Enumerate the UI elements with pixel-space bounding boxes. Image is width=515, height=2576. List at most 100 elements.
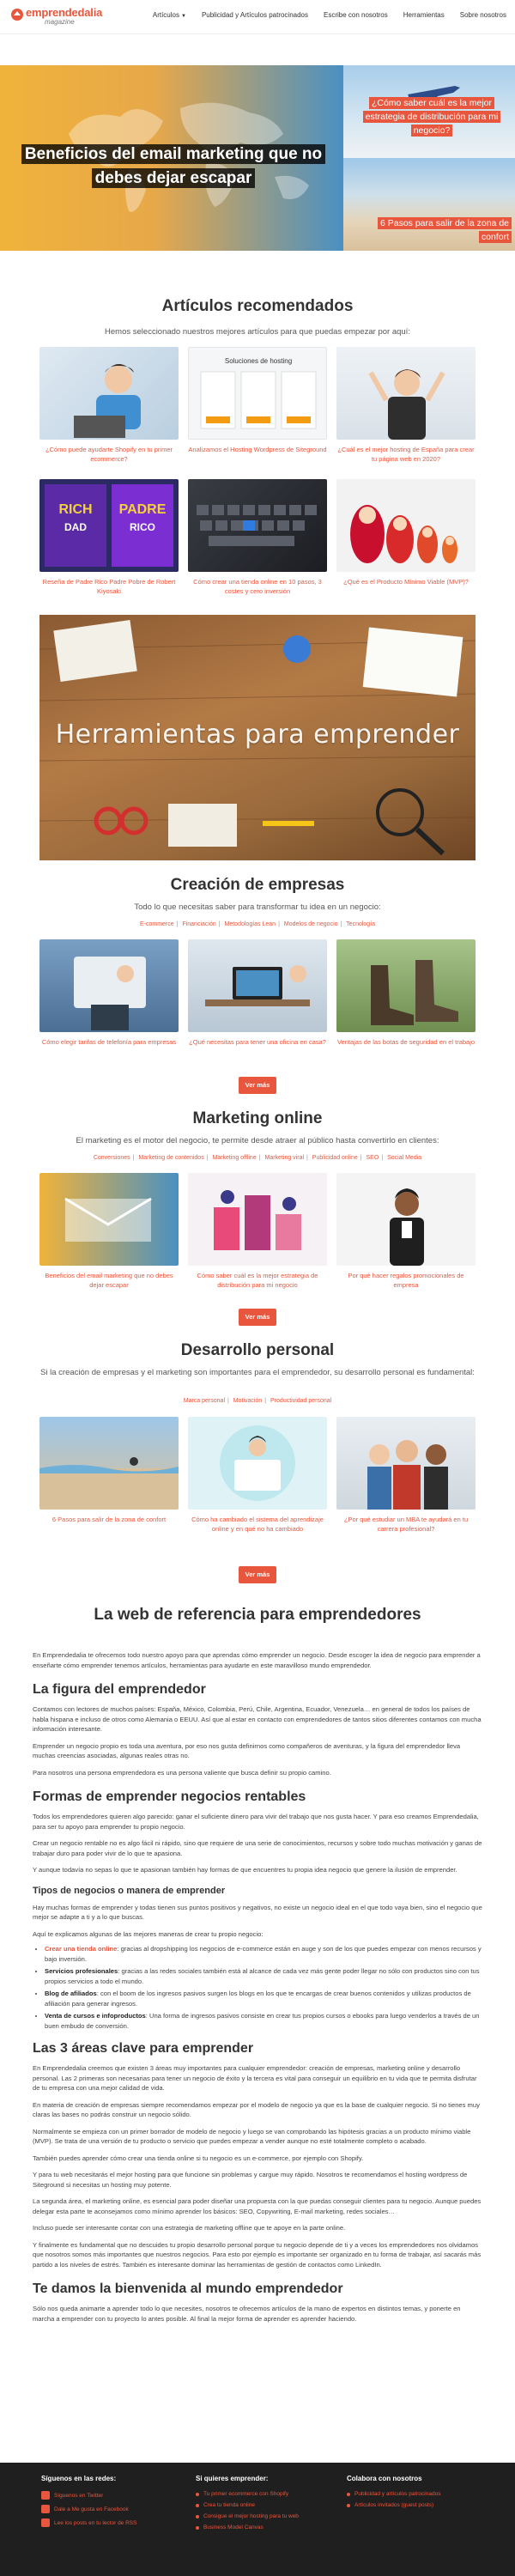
nav-articulos[interactable]: Artículos ▼ bbox=[153, 11, 186, 19]
article-title-link[interactable]: Cómo crear una tienda online en 10 pasos… bbox=[188, 577, 327, 596]
beach-illustration bbox=[39, 1457, 179, 1510]
category-link[interactable]: Motivación bbox=[233, 1398, 262, 1404]
footer-heading: Síguenos en las redes: bbox=[41, 2475, 117, 2482]
nav-escribe[interactable]: Escribe con nosotros bbox=[324, 11, 388, 19]
creacion-subtitle: Todo lo que necesitas saber para transfo… bbox=[134, 902, 381, 912]
footer-link[interactable]: Business Model Canvas bbox=[196, 2524, 299, 2530]
article-card[interactable]: ¿Qué es el Producto Mínimo Viable (MVP)? bbox=[336, 479, 476, 586]
article-title-link[interactable]: Por qué hacer regalos promocionales de e… bbox=[336, 1271, 476, 1290]
article-card[interactable]: Cómo crear una tienda online en 10 pasos… bbox=[188, 479, 327, 596]
category-link[interactable]: Metodologías Lean bbox=[225, 921, 276, 927]
footer-link-twitter[interactable]: Síguenos en Twitter bbox=[41, 2491, 136, 2500]
site-logo[interactable]: emprendedalia magazine bbox=[10, 6, 102, 28]
article-thumbnail bbox=[188, 939, 327, 1032]
article-thumbnail bbox=[188, 1173, 327, 1266]
nav-publicidad[interactable]: Publicidad y Artículos patrocinados bbox=[202, 11, 308, 19]
article-card[interactable]: Cómo elegir tarifas de telefonía para em… bbox=[39, 939, 179, 1047]
category-link[interactable]: Marca personal bbox=[184, 1398, 225, 1404]
nav-herramientas[interactable]: Herramientas bbox=[403, 11, 445, 19]
article-card[interactable]: ¿Cómo puede ayudarte Shopify en tu prime… bbox=[39, 347, 179, 464]
article-title-link[interactable]: Ventajas de las botas de seguridad en el… bbox=[336, 1037, 476, 1047]
article-card[interactable]: ¿Por qué estudiar un MBA te ayudará en t… bbox=[336, 1417, 476, 1534]
list-item: Blog de afiliados: con el boom de los in… bbox=[45, 1989, 482, 2008]
article-title-link[interactable]: Reseña de Padre Rico Padre Pobre de Robe… bbox=[39, 577, 179, 596]
article-thumbnail bbox=[336, 479, 476, 572]
footer-link-rss[interactable]: Lee los posts en tu lector de RSS bbox=[41, 2518, 136, 2527]
bullet-icon bbox=[347, 2492, 350, 2496]
category-link[interactable]: SEO bbox=[367, 1155, 379, 1161]
category-link[interactable]: Marketing offline bbox=[212, 1155, 256, 1161]
nav-sobre[interactable]: Sobre nosotros bbox=[460, 11, 506, 19]
article-title-link[interactable]: Cómo saber cuál es la mejor estrategia d… bbox=[188, 1271, 327, 1290]
section-heading: Las 3 áreas clave para emprender bbox=[33, 2041, 254, 2056]
category-link[interactable]: Financiación bbox=[182, 921, 215, 927]
marketing-categories: Conversiones | Marketing de contenidos | M… bbox=[93, 1155, 422, 1161]
article-thumbnail bbox=[336, 347, 476, 440]
hero-secondary-title-bottom[interactable]: 6 Pasos para salir de la zona de confort bbox=[352, 216, 512, 244]
paragraph: Para nosotros una persona emprendedora e… bbox=[33, 1768, 331, 1777]
paragraph: Emprender un negocio propio es toda una … bbox=[33, 1741, 461, 1760]
footer-link[interactable]: Crea tu tienda online bbox=[196, 2502, 299, 2508]
article-card[interactable]: Cómo ha cambiado el sistema del aprendiz… bbox=[188, 1417, 327, 1534]
business-types-list: Crear una tienda online: gracias al drop… bbox=[33, 1944, 482, 2031]
section-heading: Te damos la bienvenida al mundo emprende… bbox=[33, 2281, 343, 2296]
marketing-title: Marketing online bbox=[192, 1109, 323, 1127]
article-title-link[interactable]: ¿Cómo puede ayudarte Shopify en tu prime… bbox=[39, 445, 179, 464]
article-title-link[interactable]: ¿Qué es el Producto Mínimo Viable (MVP)? bbox=[336, 577, 476, 586]
article-thumbnail: Soluciones de hosting bbox=[188, 347, 327, 440]
category-link[interactable]: Modelos de negocio bbox=[284, 921, 338, 927]
article-card[interactable]: Beneficios del email marketing que no de… bbox=[39, 1173, 179, 1290]
article-thumbnail bbox=[336, 1173, 476, 1266]
category-link[interactable]: Marketing viral bbox=[265, 1155, 305, 1161]
hosting-plans-screenshot: Soluciones de hosting bbox=[200, 357, 317, 429]
hero-slider: Beneficios del email marketing que no de… bbox=[0, 65, 515, 251]
paragraph: Y para tu web necesitarás el mejor hosti… bbox=[33, 2171, 468, 2189]
article-card[interactable]: RICH PADRE DAD RICO Reseña de Padre Rico… bbox=[39, 479, 179, 596]
article-card[interactable]: Soluciones de hosting Analizamos el Host… bbox=[188, 347, 327, 454]
article-thumbnail bbox=[188, 479, 327, 572]
section-heading: Formas de emprender negocios rentables bbox=[33, 1789, 306, 1804]
desarrollo-title: Desarrollo personal bbox=[180, 1341, 335, 1359]
footer-link[interactable]: Consigue el mejor hosting para tu web bbox=[196, 2513, 299, 2519]
article-title-link[interactable]: ¿Cuál es el mejor hosting de España para… bbox=[336, 445, 476, 464]
category-link[interactable]: Tecnología bbox=[346, 921, 375, 927]
footer-link-facebook[interactable]: Dale a Me gusta en Facebook bbox=[41, 2505, 136, 2513]
woman-celebrating-illustration bbox=[368, 369, 445, 440]
article-card[interactable]: ¿Qué necesitas para tener una oficina en… bbox=[188, 939, 327, 1047]
safety-boots-illustration bbox=[371, 960, 458, 1025]
hero-secondary-title-top[interactable]: ¿Cómo saber cuál es la mejor estrategia … bbox=[355, 96, 508, 137]
bullet-icon bbox=[196, 2492, 199, 2496]
article-title-link[interactable]: Analizamos el Hosting Wordpress de Siteg… bbox=[188, 445, 327, 454]
footer-link[interactable]: Tu primer ecommerce con Shopify bbox=[196, 2491, 299, 2497]
article-card[interactable]: 6 Pasos para salir de la zona de confort bbox=[39, 1417, 179, 1524]
paragraph: Todos los emprendedores quieren algo par… bbox=[33, 1813, 479, 1831]
top-navigation-bar: emprendedalia magazine Artículos ▼ Public… bbox=[0, 0, 515, 34]
business-woman-illustration bbox=[390, 1188, 424, 1266]
phone-call-illustration bbox=[74, 957, 146, 1030]
category-link[interactable]: Publicidad online bbox=[312, 1155, 358, 1161]
article-title-link[interactable]: ¿Por qué estudiar un MBA te ayudará en t… bbox=[336, 1515, 476, 1534]
article-title-link[interactable]: 6 Pasos para salir de la zona de confort bbox=[39, 1515, 179, 1524]
marketing-more-button[interactable]: Ver más bbox=[239, 1309, 276, 1326]
category-link[interactable]: Productividad personal bbox=[270, 1398, 331, 1404]
article-card[interactable]: Ventajas de las botas de seguridad en el… bbox=[336, 939, 476, 1047]
footer-link[interactable]: Artículos invitados (guest posts) bbox=[347, 2502, 440, 2508]
article-card[interactable]: Cómo saber cuál es la mejor estrategia d… bbox=[188, 1173, 327, 1290]
category-link[interactable]: E-commerce bbox=[140, 921, 174, 927]
article-title-link[interactable]: Cómo ha cambiado el sistema del aprendiz… bbox=[188, 1515, 327, 1534]
article-title-link[interactable]: Beneficios del email marketing que no de… bbox=[39, 1271, 179, 1290]
article-title-link[interactable]: ¿Qué necesitas para tener una oficina en… bbox=[188, 1037, 327, 1047]
article-card[interactable]: Por qué hacer regalos promocionales de e… bbox=[336, 1173, 476, 1290]
hero-main-title[interactable]: Beneficios del email marketing que no de… bbox=[19, 143, 328, 191]
desarrollo-more-button[interactable]: Ver más bbox=[239, 1566, 276, 1583]
article-card[interactable]: ¿Cuál es el mejor hosting de España para… bbox=[336, 347, 476, 464]
tools-banner[interactable]: Herramientas para emprender bbox=[39, 615, 476, 860]
category-link[interactable]: Social Media bbox=[387, 1155, 421, 1161]
article-title-link[interactable]: Cómo elegir tarifas de telefonía para em… bbox=[39, 1037, 179, 1047]
category-link[interactable]: Marketing de contenidos bbox=[138, 1155, 203, 1161]
footer-link[interactable]: Publicidad y artículos patrocinados bbox=[347, 2491, 440, 2497]
category-link[interactable]: Conversiones bbox=[94, 1155, 130, 1161]
article-thumbnail bbox=[39, 1417, 179, 1510]
list-item-link[interactable]: Crear una tienda online bbox=[45, 1945, 117, 1953]
creacion-more-button[interactable]: Ver más bbox=[239, 1077, 276, 1094]
